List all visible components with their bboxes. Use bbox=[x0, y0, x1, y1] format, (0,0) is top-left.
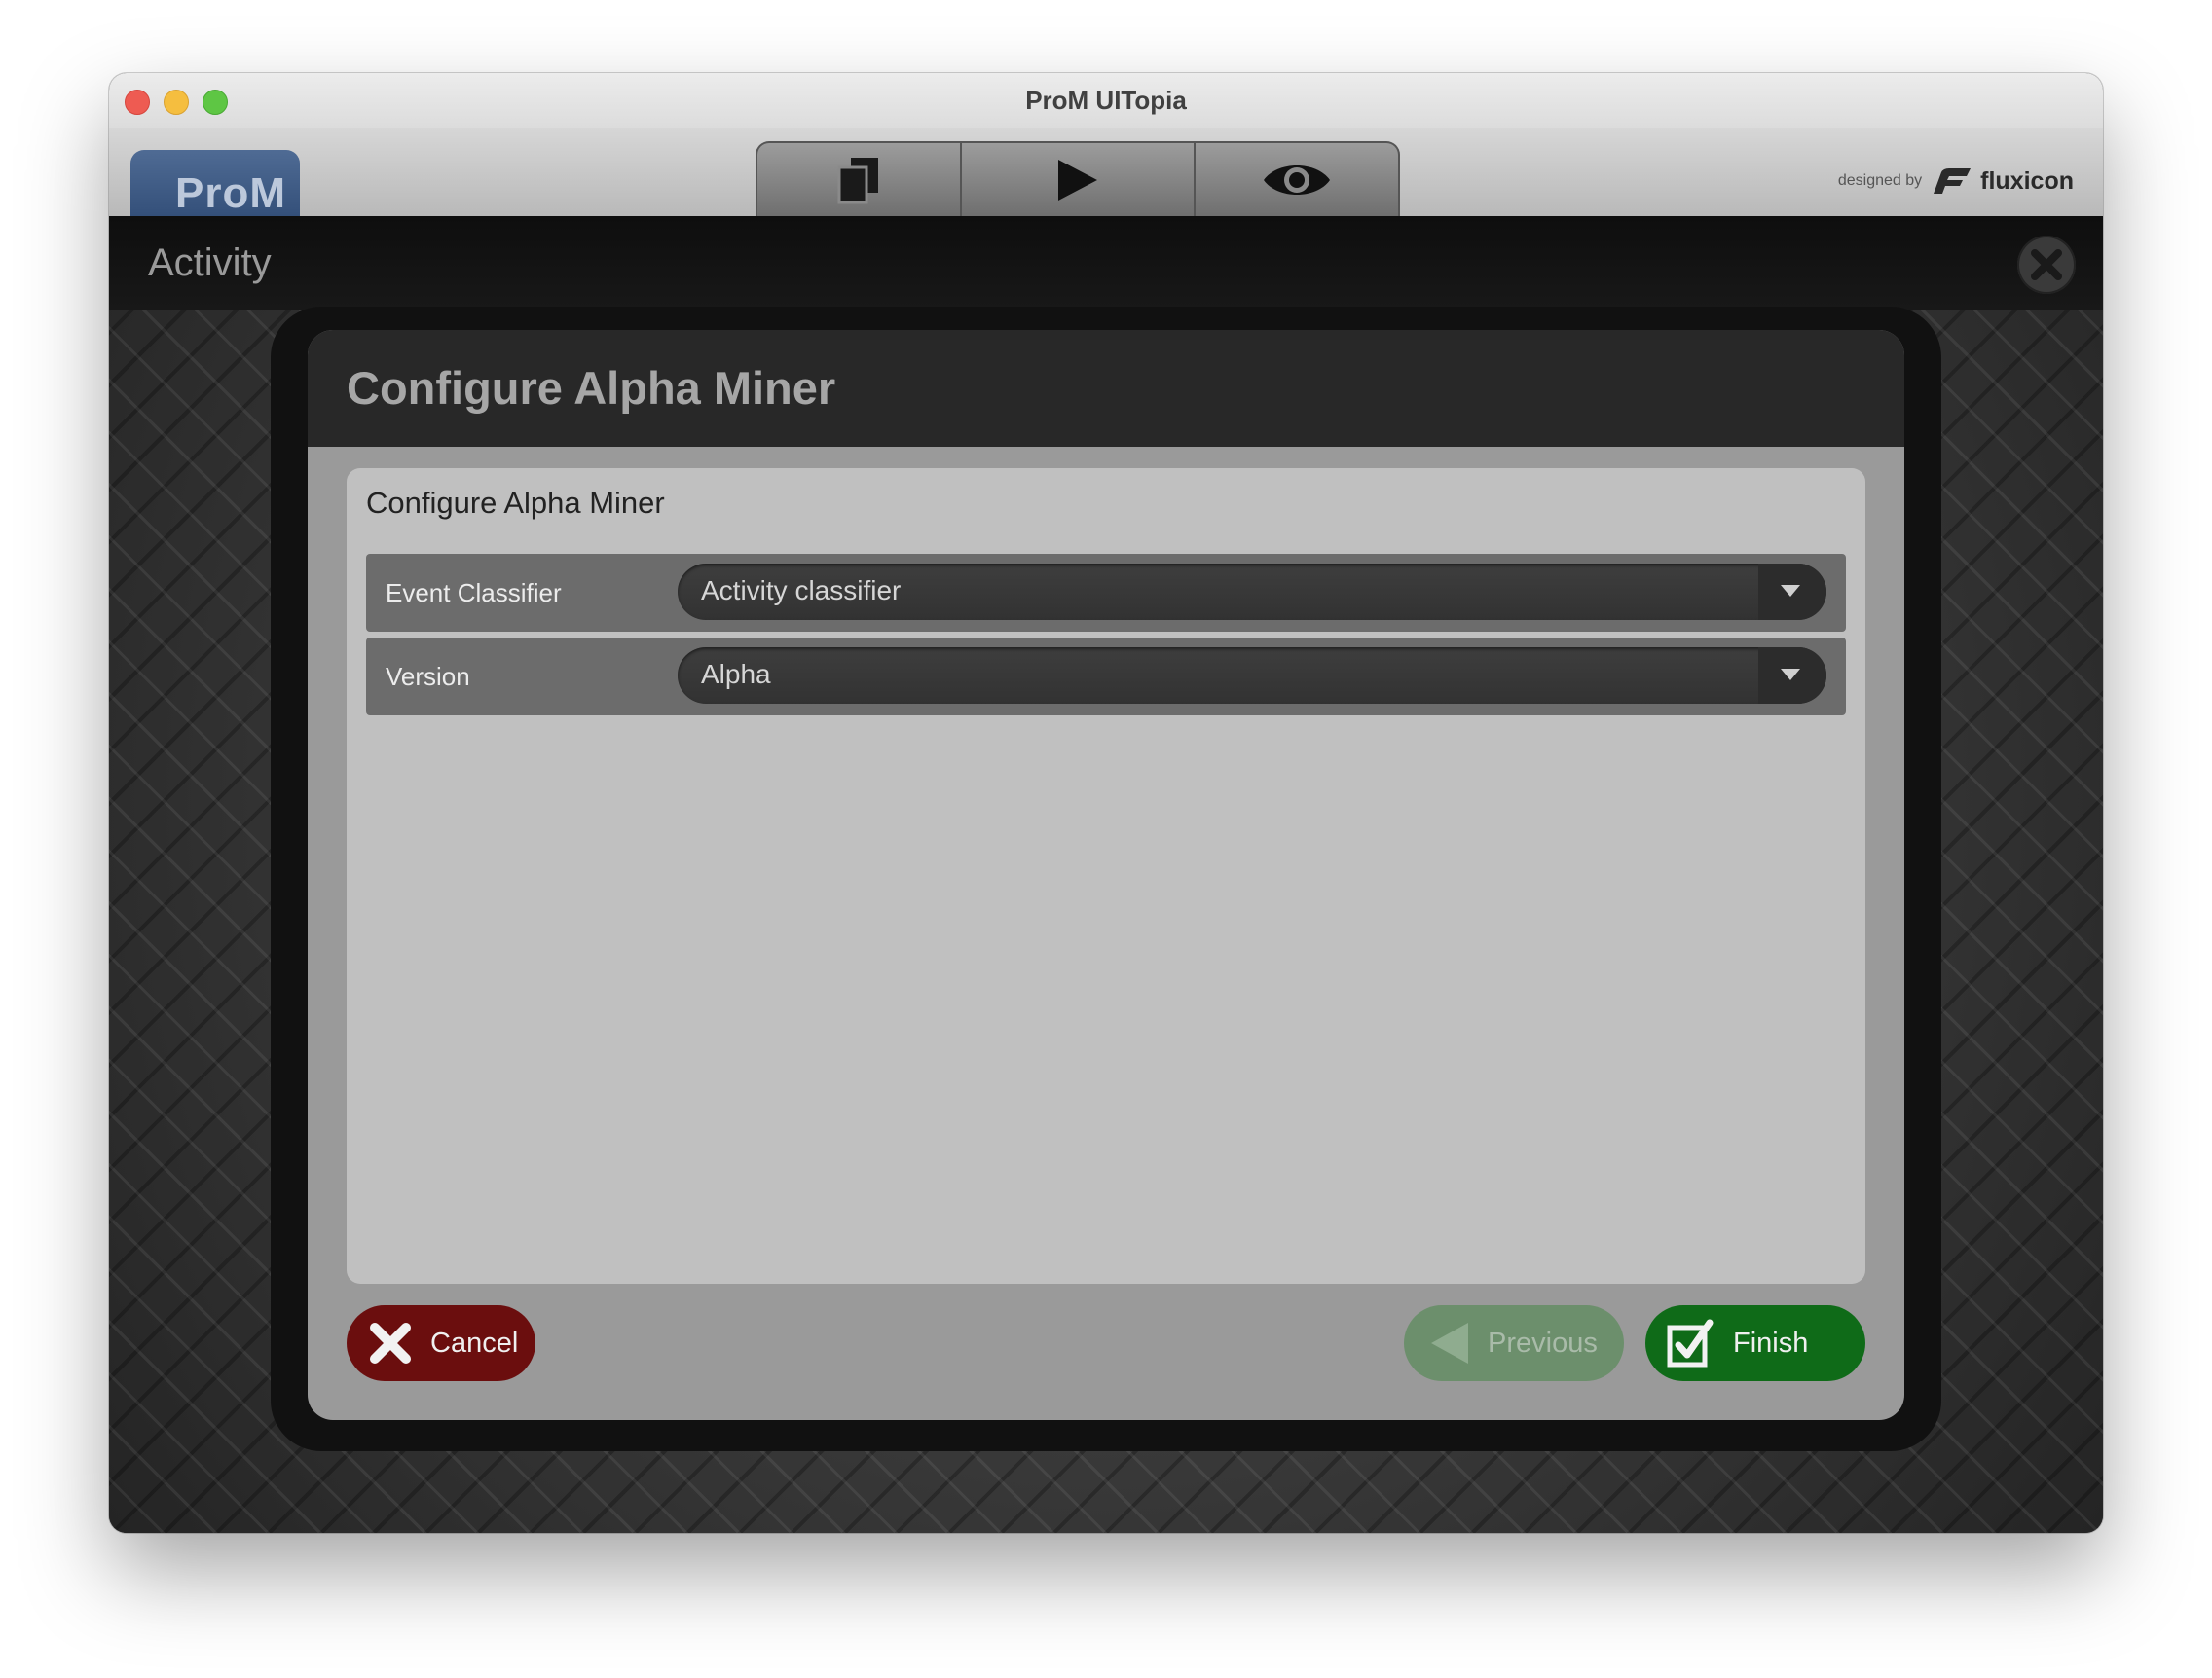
previous-button-label: Previous bbox=[1488, 1327, 1598, 1359]
documents-icon bbox=[837, 157, 878, 203]
activity-title: Activity bbox=[148, 241, 272, 284]
brand-name: fluxicon bbox=[1980, 166, 2074, 195]
version-select[interactable]: Alpha bbox=[678, 647, 1826, 704]
finish-button[interactable]: Finish bbox=[1645, 1305, 1865, 1381]
version-value: Alpha bbox=[701, 659, 771, 689]
dialog-title: Configure Alpha Miner bbox=[347, 362, 836, 414]
play-icon bbox=[1058, 159, 1097, 201]
arrow-left-icon bbox=[1431, 1323, 1468, 1364]
version-label: Version bbox=[386, 662, 470, 691]
prom-logo-text: ProM bbox=[175, 169, 286, 216]
event-classifier-value: Activity classifier bbox=[701, 575, 902, 605]
checkbox-checked-icon bbox=[1667, 1319, 1714, 1368]
event-classifier-select[interactable]: Activity classifier bbox=[678, 564, 1826, 620]
activity-close-button[interactable] bbox=[2017, 236, 2076, 294]
previous-button[interactable]: Previous bbox=[1404, 1305, 1624, 1381]
chevron-down-icon bbox=[1781, 585, 1800, 597]
settings-panel: Configure Alpha Miner Event Classifier A… bbox=[347, 468, 1865, 1284]
cancel-button-label: Cancel bbox=[430, 1327, 519, 1359]
chevron-down-icon bbox=[1781, 669, 1800, 680]
configure-dialog: Configure Alpha Miner Configure Alpha Mi… bbox=[308, 330, 1904, 1420]
event-classifier-dropdown-toggle[interactable] bbox=[1758, 564, 1826, 620]
event-classifier-row: Event Classifier Activity classifier bbox=[366, 554, 1846, 632]
tab-views[interactable] bbox=[1194, 141, 1400, 216]
cancel-button[interactable]: Cancel bbox=[347, 1305, 535, 1381]
close-icon bbox=[2031, 249, 2062, 280]
version-dropdown-toggle[interactable] bbox=[1758, 647, 1826, 704]
activity-header: Activity bbox=[109, 216, 2103, 310]
window-title: ProM UITopia bbox=[1025, 86, 1187, 115]
close-icon bbox=[370, 1323, 411, 1364]
version-row: Version Alpha bbox=[366, 638, 1846, 715]
eye-icon bbox=[1264, 164, 1330, 195]
main-toolbar: ProM designed by fluxicon bbox=[109, 128, 2103, 216]
title-bar: ProM UITopia bbox=[109, 73, 2103, 128]
fluxicon-logo-icon bbox=[1934, 168, 1972, 194]
tab-actions[interactable] bbox=[960, 141, 1196, 216]
panel-title: Configure Alpha Miner bbox=[366, 486, 665, 520]
finish-button-label: Finish bbox=[1733, 1327, 1809, 1359]
designed-by-label: designed by bbox=[1837, 172, 1923, 189]
event-classifier-label: Event Classifier bbox=[386, 578, 562, 607]
dialog-header: Configure Alpha Miner bbox=[308, 330, 1904, 447]
designer-credit: designed by fluxicon bbox=[1838, 162, 2074, 201]
prom-logo: ProM bbox=[130, 150, 300, 216]
app-window: ProM UITopia ProM designed by fluxicon A… bbox=[109, 73, 2103, 1533]
tab-workspace[interactable] bbox=[756, 141, 962, 216]
